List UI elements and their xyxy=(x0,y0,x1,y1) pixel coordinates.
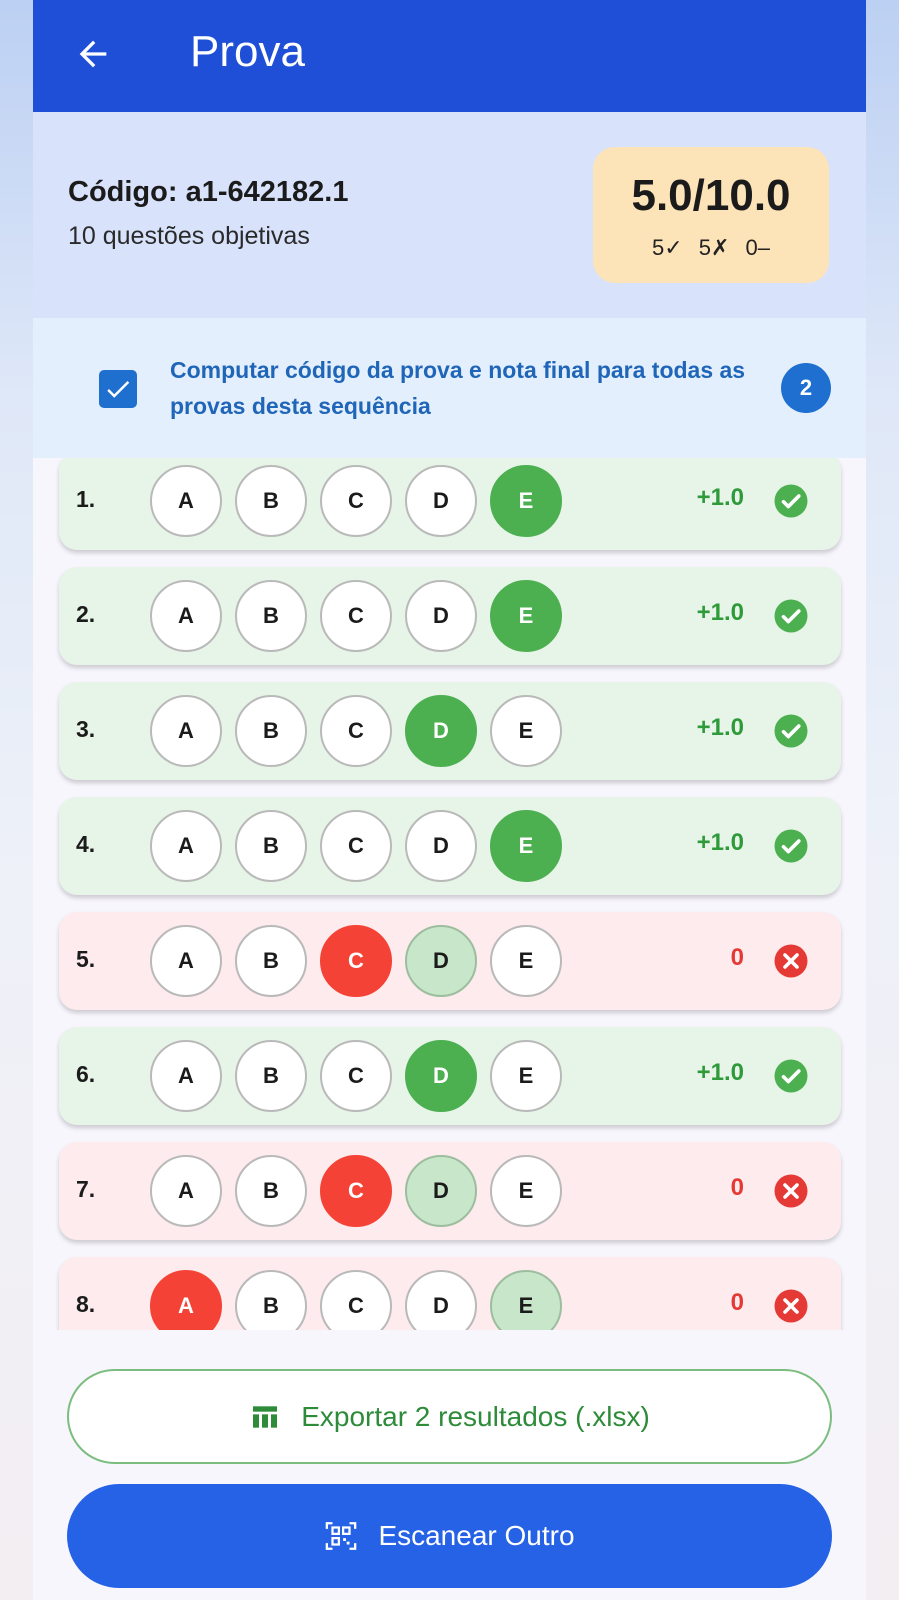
question-points: +1.0 xyxy=(696,714,744,741)
option-c[interactable]: C xyxy=(320,695,392,767)
option-b[interactable]: B xyxy=(235,695,307,767)
cancel-circle-icon xyxy=(773,1288,809,1324)
blank-count: 0– xyxy=(745,235,771,260)
question-number: 5. xyxy=(76,946,96,972)
question-row: 6. A B C D E +1.0 xyxy=(59,1027,841,1125)
cancel-circle-icon xyxy=(773,943,809,979)
cancel-circle-icon xyxy=(773,1173,809,1209)
wrong-count: 5✗ xyxy=(698,235,730,260)
option-e[interactable]: E xyxy=(490,465,562,537)
question-number: 1. xyxy=(76,486,96,512)
arrow-left-icon xyxy=(79,40,107,68)
option-d[interactable]: D xyxy=(405,810,477,882)
question-row: 4. A B C D E +1.0 xyxy=(59,797,841,895)
option-e[interactable]: E xyxy=(490,925,562,997)
option-b[interactable]: B xyxy=(235,925,307,997)
option-b[interactable]: B xyxy=(235,810,307,882)
question-row: 3. A B C D E +1.0 xyxy=(59,682,841,780)
option-c[interactable]: C xyxy=(320,1040,392,1112)
question-points: +1.0 xyxy=(696,829,744,856)
option-c[interactable]: C xyxy=(320,1270,392,1330)
check-circle-icon xyxy=(773,598,809,634)
option-d[interactable]: D xyxy=(405,580,477,652)
option-d[interactable]: D xyxy=(405,695,477,767)
question-number: 7. xyxy=(76,1176,96,1202)
export-label: Exportar 2 resultados (.xlsx) xyxy=(301,1400,650,1432)
check-circle-icon xyxy=(773,1058,809,1094)
question-row: 7. A B C D E 0 xyxy=(59,1142,841,1240)
score-card: 5.0/10.0 5✓ 5✗ 0– xyxy=(593,147,829,283)
question-number: 2. xyxy=(76,601,96,627)
check-icon xyxy=(107,381,130,398)
option-b[interactable]: B xyxy=(235,1155,307,1227)
question-row: 5. A B C D E 0 xyxy=(59,912,841,1010)
question-count: 10 questões objetivas xyxy=(68,222,310,250)
option-d[interactable]: D xyxy=(405,925,477,997)
check-circle-icon xyxy=(773,713,809,749)
option-c[interactable]: C xyxy=(320,1155,392,1227)
option-a[interactable]: A xyxy=(150,925,222,997)
option-d[interactable]: D xyxy=(405,465,477,537)
check-circle-icon xyxy=(773,828,809,864)
option-e[interactable]: E xyxy=(490,1155,562,1227)
option-a[interactable]: A xyxy=(150,1270,222,1330)
option-e[interactable]: E xyxy=(490,695,562,767)
back-button[interactable] xyxy=(67,28,119,80)
option-b[interactable]: B xyxy=(235,1270,307,1330)
option-a[interactable]: A xyxy=(150,1040,222,1112)
question-number: 8. xyxy=(76,1291,96,1317)
correct-count: 5✓ xyxy=(651,235,683,260)
sequence-checkbox[interactable] xyxy=(99,370,137,408)
app-screen: Prova Código: a1-642182.1 10 questões ob… xyxy=(33,0,866,1600)
option-a[interactable]: A xyxy=(150,810,222,882)
option-c[interactable]: C xyxy=(320,810,392,882)
question-points: 0 xyxy=(730,1174,744,1201)
option-d[interactable]: D xyxy=(405,1155,477,1227)
question-points: +1.0 xyxy=(696,599,744,626)
final-score: 5.0/10.0 xyxy=(631,171,791,220)
option-d[interactable]: D xyxy=(405,1270,477,1330)
table-icon xyxy=(249,1401,281,1433)
sequence-count-badge: 2 xyxy=(781,363,831,413)
question-row: 1. A B C D E +1.0 xyxy=(59,458,841,550)
option-d[interactable]: D xyxy=(405,1040,477,1112)
question-number: 6. xyxy=(76,1061,96,1087)
option-e[interactable]: E xyxy=(490,810,562,882)
option-c[interactable]: C xyxy=(320,925,392,997)
option-c[interactable]: C xyxy=(320,580,392,652)
scan-label: Escanear Outro xyxy=(378,1520,575,1551)
sequence-option: Computar código da prova e nota final pa… xyxy=(33,318,866,458)
question-row: 2. A B C D E +1.0 xyxy=(59,567,841,665)
question-points: 0 xyxy=(730,944,744,971)
app-bar: Prova xyxy=(33,0,866,112)
export-button[interactable]: Exportar 2 resultados (.xlsx) xyxy=(67,1369,832,1464)
option-e[interactable]: E xyxy=(490,1040,562,1112)
option-a[interactable]: A xyxy=(150,465,222,537)
option-b[interactable]: B xyxy=(235,1040,307,1112)
exam-code: Código: a1-642182.1 xyxy=(68,176,349,208)
sequence-label: Computar código da prova e nota final pa… xyxy=(170,357,746,419)
question-points: +1.0 xyxy=(696,484,744,511)
qr-code-scanner-icon xyxy=(324,1519,358,1553)
question-number: 4. xyxy=(76,831,96,857)
scan-another-button[interactable]: Escanear Outro xyxy=(67,1484,832,1588)
option-e[interactable]: E xyxy=(490,1270,562,1330)
score-breakdown: 5✓ 5✗ 0– xyxy=(593,235,829,261)
bottom-actions: Exportar 2 resultados (.xlsx) Escanear O… xyxy=(33,1330,866,1600)
question-points: +1.0 xyxy=(696,1059,744,1086)
option-b[interactable]: B xyxy=(235,465,307,537)
question-list[interactable]: 1. A B C D E +1.0 2. A B C D E +1.0 3. A B C D E +1.0 4. A B C D E… xyxy=(33,458,866,1330)
option-a[interactable]: A xyxy=(150,695,222,767)
check-circle-icon xyxy=(773,483,809,519)
option-c[interactable]: C xyxy=(320,465,392,537)
question-number: 3. xyxy=(76,716,96,742)
option-a[interactable]: A xyxy=(150,580,222,652)
question-row: 8. A B C D E 0 xyxy=(59,1257,841,1330)
question-points: 0 xyxy=(730,1289,744,1316)
option-b[interactable]: B xyxy=(235,580,307,652)
option-a[interactable]: A xyxy=(150,1155,222,1227)
option-e[interactable]: E xyxy=(490,580,562,652)
page-title: Prova xyxy=(190,27,305,76)
